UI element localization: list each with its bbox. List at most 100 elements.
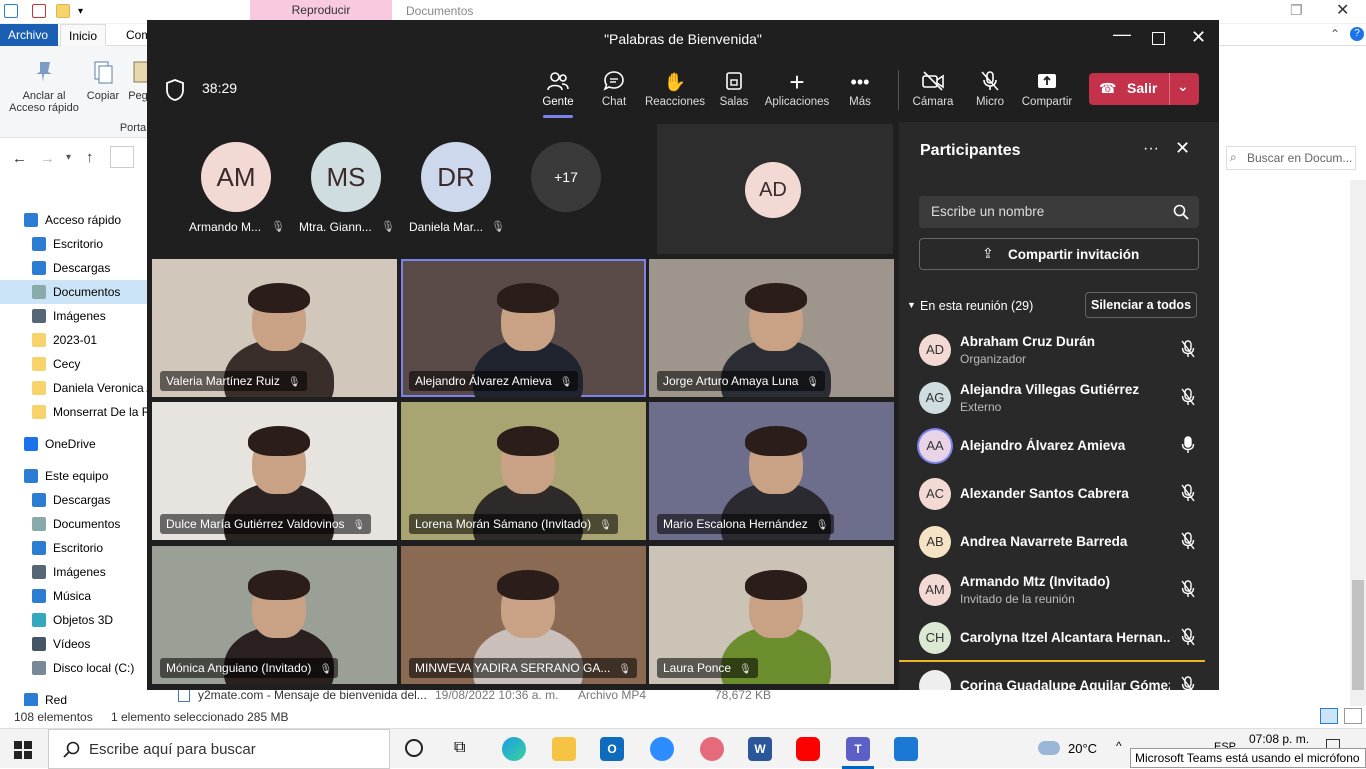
tiles-view-icon[interactable]	[1344, 708, 1362, 724]
cortana-icon[interactable]	[405, 739, 423, 757]
nav-item-2023-01[interactable]: 2023-01	[0, 328, 148, 352]
participant-row[interactable]: AD Abraham Cruz Durán Organizador	[919, 328, 1209, 374]
nav-item-monserrat-de-la-r[interactable]: Monserrat De la R	[0, 400, 148, 424]
more-options-icon[interactable]: ···	[1143, 140, 1159, 158]
chevron-down-icon[interactable]: ▼	[907, 300, 916, 310]
reactions-button[interactable]: ✋ Reacciones	[643, 70, 707, 108]
nav-item-documentos[interactable]: Documentos	[0, 280, 148, 304]
paste-button[interactable]: Peg	[128, 58, 148, 102]
teams-icon[interactable]: T	[846, 737, 870, 761]
nav-item-descargas[interactable]: Descargas	[0, 488, 148, 512]
nav-item-acceso-r-pido[interactable]: Acceso rápido	[0, 208, 148, 232]
video-tile[interactable]: MINWEVA YADIRA SERRANO GA... 🎙	[401, 546, 646, 684]
contextual-tab-reproducir[interactable]: Reproducir	[250, 0, 392, 20]
nav-item-documentos[interactable]: Documentos	[0, 512, 148, 536]
spotlight-tile[interactable]: AD	[657, 124, 893, 254]
chevron-up-icon[interactable]: ⌃	[1330, 27, 1340, 41]
edge-icon[interactable]	[502, 737, 526, 761]
video-tile[interactable]: Dulce María Gutiérrez Valdovinos 🎙	[152, 402, 397, 540]
back-icon[interactable]: ←	[12, 150, 27, 167]
nav-item-m-sica[interactable]: Música	[0, 584, 148, 608]
copy-button[interactable]: Copiar	[84, 58, 122, 102]
avatar-ms[interactable]: MS	[311, 142, 381, 212]
scrollbar[interactable]	[1350, 180, 1366, 706]
search-input[interactable]: Buscar en Docum...	[1226, 146, 1356, 170]
leave-button[interactable]: ☎ Salir ⌄	[1089, 73, 1199, 105]
mic-on-icon[interactable]	[1181, 436, 1195, 454]
forward-icon[interactable]: →	[40, 150, 55, 167]
mic-off-icon[interactable]	[1181, 484, 1195, 502]
video-tile[interactable]: Laura Ponce 🎙	[649, 546, 894, 684]
help-icon[interactable]: ?	[1350, 27, 1364, 41]
section-header[interactable]: En esta reunión (29)	[920, 299, 1033, 313]
word-icon[interactable]: W	[748, 737, 772, 761]
mic-button[interactable]: Micro	[959, 70, 1021, 108]
tab-archivo[interactable]: Archivo	[0, 24, 58, 46]
media-player-icon[interactable]	[894, 737, 918, 761]
up-icon[interactable]: ↑	[86, 149, 94, 166]
people-button[interactable]: Gente	[527, 70, 589, 118]
participant-row[interactable]: AB Andrea Navarrete Barreda	[919, 520, 1209, 566]
participant-row[interactable]: AC Alexander Santos Cabrera	[919, 472, 1209, 518]
mic-off-icon[interactable]	[1181, 628, 1195, 646]
outlook-icon[interactable]: O	[600, 737, 624, 761]
participant-row[interactable]: Corina Guadalupe Aguilar Gómez	[919, 664, 1209, 690]
participant-search-input[interactable]: Escribe un nombre	[919, 196, 1199, 228]
share-invite-button[interactable]: ⇪ Compartir invitación	[919, 238, 1199, 270]
taskbar-search-input[interactable]: Escribe aquí para buscar	[48, 729, 390, 769]
restore-icon[interactable]: ❐	[1290, 2, 1303, 19]
zoom-icon[interactable]	[650, 737, 674, 761]
rooms-button[interactable]: Salas	[703, 70, 765, 108]
mic-off-icon[interactable]	[1181, 532, 1195, 550]
close-icon[interactable]: ✕	[1191, 27, 1206, 48]
checkbox-icon[interactable]	[32, 4, 46, 18]
participant-row[interactable]: CH Carolyna Itzel Alcantara Hernan...	[919, 616, 1209, 662]
pin-button[interactable]: Anclar al Acceso rápido	[8, 58, 80, 114]
share-button[interactable]: Compartir	[1016, 70, 1078, 108]
nav-item-onedrive[interactable]: OneDrive	[0, 432, 148, 456]
close-panel-icon[interactable]: ✕	[1175, 138, 1190, 159]
recent-dropdown-icon[interactable]: ▾	[66, 152, 71, 163]
video-tile[interactable]: Valeria Martínez Ruiz 🎙	[152, 259, 397, 397]
video-tile[interactable]: Lorena Morán Sámano (Invitado) 🎙	[401, 402, 646, 540]
mic-off-icon[interactable]	[1181, 580, 1195, 598]
chevron-down-icon[interactable]: ⌄	[1177, 78, 1189, 95]
nav-item-objetos-3d[interactable]: Objetos 3D	[0, 608, 148, 632]
windows-start-icon[interactable]	[14, 741, 32, 759]
video-tile[interactable]: Jorge Arturo Amaya Luna 🎙	[649, 259, 894, 397]
avatar-am[interactable]: AM	[201, 142, 271, 212]
nav-item-im-genes[interactable]: Imágenes	[0, 304, 148, 328]
video-tile[interactable]: Mario Escalona Hernández 🎙	[649, 402, 894, 540]
clock-time[interactable]: 07:08 p. m.	[1249, 732, 1309, 746]
nav-item-escritorio[interactable]: Escritorio	[0, 536, 148, 560]
folder-icon[interactable]	[56, 4, 70, 18]
close-icon[interactable]: ✕	[1336, 0, 1349, 20]
chevron-up-icon[interactable]: ^	[1116, 739, 1122, 753]
video-tile[interactable]: Alejandro Álvarez Amieva 🎙	[401, 259, 646, 397]
nav-item-im-genes[interactable]: Imágenes	[0, 560, 148, 584]
chat-button[interactable]: Chat	[583, 70, 645, 108]
nav-item-este-equipo[interactable]: Este equipo	[0, 464, 148, 488]
tab-inicio[interactable]: Inicio	[60, 24, 107, 46]
nav-item-cecy[interactable]: Cecy	[0, 352, 148, 376]
temperature[interactable]: 20°C	[1068, 741, 1097, 756]
participant-row[interactable]: AM Armando Mtz (Invitado) Invitado de la r…	[919, 568, 1209, 614]
mute-all-button[interactable]: Silenciar a todos	[1085, 292, 1197, 318]
nav-item-escritorio[interactable]: Escritorio	[0, 232, 148, 256]
chevron-down-icon[interactable]: ▾	[78, 6, 83, 17]
apps-button[interactable]: + Aplicaciones	[761, 69, 833, 108]
youtube-icon[interactable]	[796, 737, 820, 761]
video-tile[interactable]: Mónica Anguiano (Invitado) 🎙	[152, 546, 397, 684]
participant-row[interactable]: AG Alejandra Villegas Gutiérrez Externo	[919, 376, 1209, 422]
participant-row[interactable]: AA Alejandro Álvarez Amieva	[919, 424, 1209, 470]
camera-button[interactable]: Cámara	[902, 70, 964, 108]
mic-off-icon[interactable]	[1181, 340, 1195, 358]
maximize-icon[interactable]	[1152, 32, 1165, 45]
overflow-participants-button[interactable]: +17	[531, 142, 601, 212]
properties-icon[interactable]	[4, 4, 18, 18]
avatar-dr[interactable]: DR	[421, 142, 491, 212]
more-button[interactable]: ••• Más	[829, 70, 891, 108]
nav-item-v-deos[interactable]: Vídeos	[0, 632, 148, 656]
snipping-tool-icon[interactable]	[700, 737, 724, 761]
details-view-icon[interactable]	[1320, 708, 1338, 724]
